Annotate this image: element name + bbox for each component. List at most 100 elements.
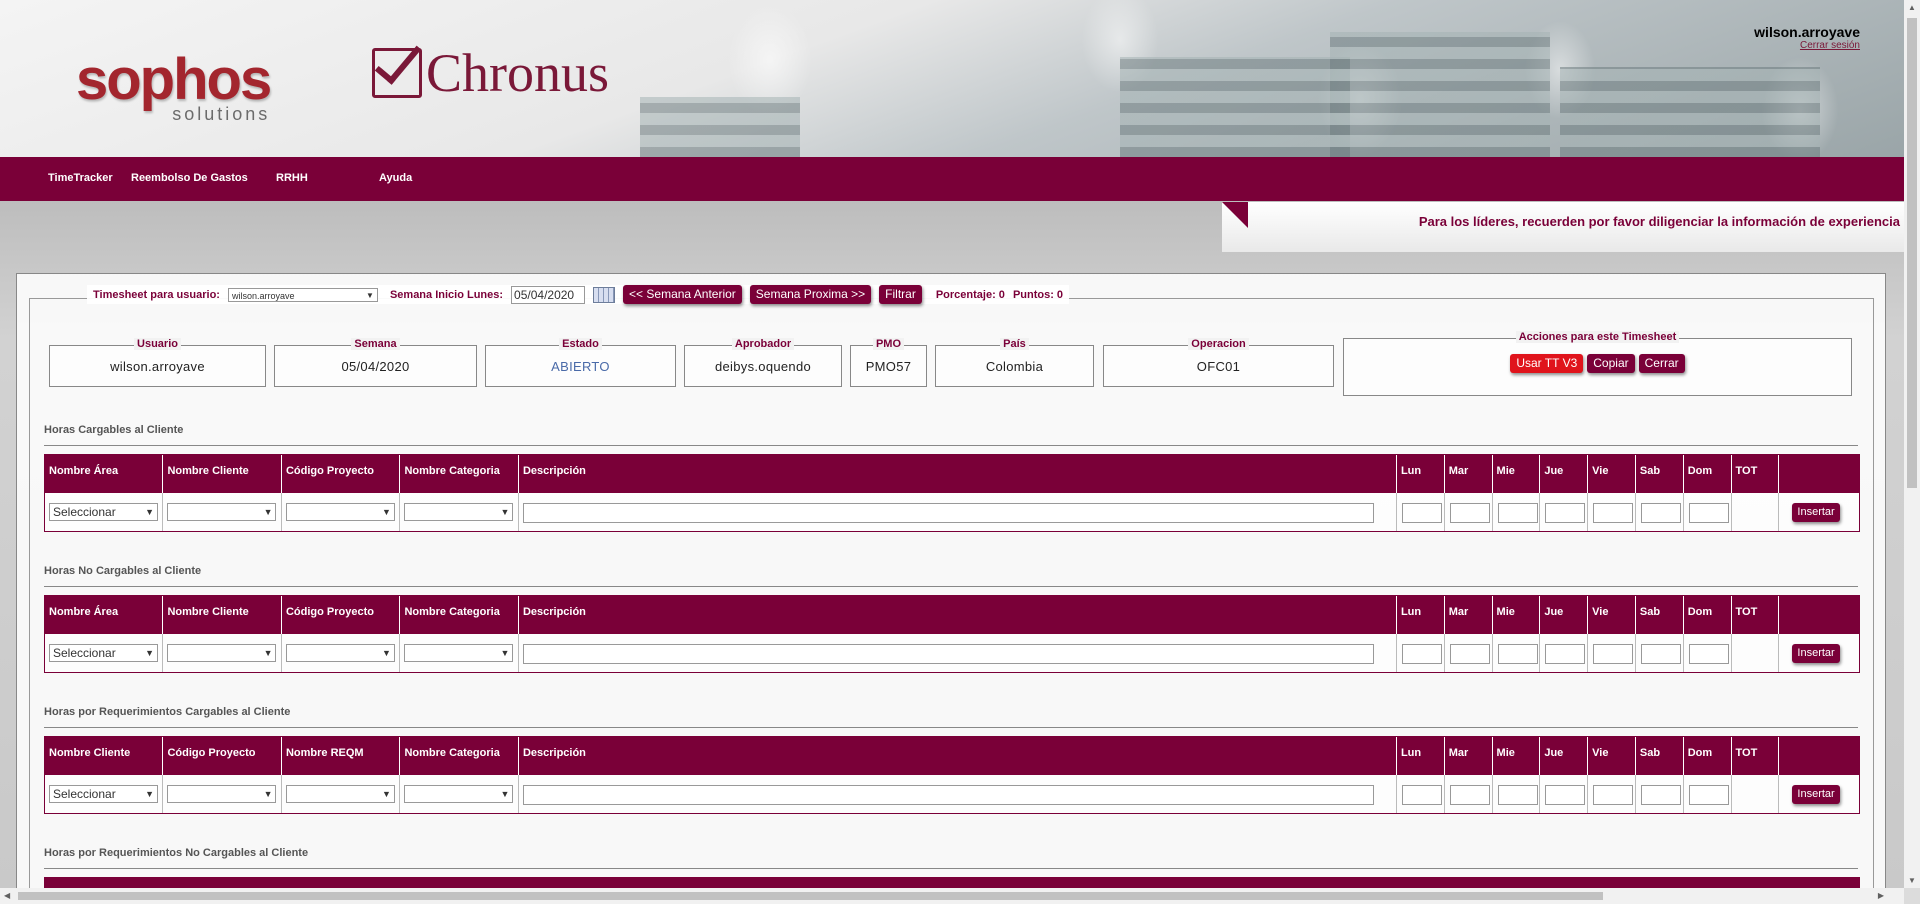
copiar-button[interactable]: Copiar (1587, 354, 1635, 373)
user-select[interactable]: wilson.arroyave (227, 287, 378, 303)
chronus-logo-text: Chronus (426, 43, 610, 103)
grid-input-row: Seleccionar Insertar (45, 775, 1859, 813)
column-header: Mie (1493, 455, 1541, 493)
mar-input[interactable] (1449, 503, 1490, 523)
logout-link[interactable]: Cerrar sesión (1754, 40, 1860, 51)
grid-header: Nombre Área Nombre Cliente Código Proyec… (45, 596, 1859, 634)
vie-input[interactable] (1593, 503, 1634, 523)
horizontal-scroll-thumb[interactable] (18, 892, 1603, 900)
user-name: wilson.arroyave (1754, 24, 1860, 40)
cliente-select[interactable] (167, 644, 277, 662)
week-date-input[interactable]: 05/04/2020 (511, 285, 586, 304)
background-building (1330, 32, 1550, 157)
aprobador-label: Aprobador (731, 338, 795, 350)
nav-rrhh[interactable]: RRHH (276, 172, 308, 184)
column-header: TOT (1732, 596, 1780, 634)
dom-input[interactable] (1688, 644, 1729, 664)
column-header: Descripción (519, 455, 1397, 493)
sab-input[interactable] (1641, 785, 1682, 805)
pmo-box: PMO PMO57 (850, 338, 927, 387)
jue-input[interactable] (1545, 644, 1586, 664)
sab-input[interactable] (1641, 644, 1682, 664)
total-cell (1732, 775, 1780, 813)
usuario-value: wilson.arroyave (110, 359, 205, 374)
section-title: Horas por Requerimientos No Cargables al… (44, 847, 309, 859)
calendar-icon[interactable] (593, 286, 616, 303)
scroll-right-icon[interactable]: ▶ (1878, 891, 1884, 900)
jue-input[interactable] (1545, 503, 1586, 523)
categoria-select[interactable] (404, 785, 514, 803)
semana-box: Semana 05/04/2020 (274, 338, 477, 387)
scroll-up-icon[interactable]: ▲ (1908, 3, 1916, 12)
nav-timetracker[interactable]: TimeTracker (48, 172, 113, 184)
previous-week-button[interactable]: << Semana Anterior (623, 285, 742, 304)
sab-input[interactable] (1641, 503, 1682, 523)
dom-input[interactable] (1688, 503, 1729, 523)
vie-input[interactable] (1593, 785, 1634, 805)
nav-ayuda[interactable]: Ayuda (379, 172, 412, 184)
user-select-label: Timesheet para usuario: (93, 288, 220, 301)
vertical-scrollbar[interactable]: ▲ ▼ (1904, 0, 1920, 888)
usar-tt-v3-button[interactable]: Usar TT V3 (1510, 354, 1584, 373)
estado-value: ABIERTO (551, 359, 610, 374)
column-header: Nombre Categoria (400, 737, 519, 775)
mie-input[interactable] (1497, 644, 1538, 664)
chronus-logo: Chronus (372, 42, 609, 104)
column-header-empty (1779, 455, 1859, 493)
scroll-down-icon[interactable]: ▼ (1908, 876, 1916, 885)
timesheet-panel: Timesheet para usuario: wilson.arroyave … (16, 273, 1886, 890)
column-header: Lun (1397, 596, 1445, 634)
lun-input[interactable] (1402, 785, 1443, 805)
area-select[interactable]: Seleccionar (49, 644, 158, 662)
vie-input[interactable] (1593, 644, 1634, 664)
cargables-grid: Nombre Área Nombre Cliente Código Proyec… (44, 454, 1860, 532)
vertical-scroll-thumb[interactable] (1907, 18, 1917, 488)
column-header: Nombre Área (45, 455, 164, 493)
proyecto-select[interactable] (285, 503, 395, 521)
proyecto-select[interactable] (167, 785, 277, 803)
insertar-button[interactable]: Insertar (1792, 503, 1840, 522)
cliente-select[interactable]: Seleccionar (49, 785, 158, 803)
section-divider (44, 727, 1858, 728)
column-header: TOT (1732, 737, 1780, 775)
categoria-select[interactable] (404, 503, 514, 521)
column-header: Mar (1445, 737, 1493, 775)
main-nav: TimeTracker Reembolso De Gastos RRHH Ayu… (0, 157, 1904, 201)
column-header: Código Proyecto (282, 455, 401, 493)
total-cell (1732, 634, 1780, 672)
mie-input[interactable] (1497, 785, 1538, 805)
categoria-select[interactable] (404, 644, 514, 662)
nav-reembolso-gastos[interactable]: Reembolso De Gastos (131, 172, 248, 184)
insertar-button[interactable]: Insertar (1792, 785, 1840, 804)
horizontal-scrollbar[interactable]: ◀ ▶ (0, 888, 1904, 904)
descripcion-input[interactable] (522, 644, 1374, 664)
operacion-label: Operacion (1188, 338, 1249, 350)
insertar-button[interactable]: Insertar (1792, 644, 1840, 663)
lun-input[interactable] (1402, 644, 1443, 664)
proyecto-select[interactable] (285, 644, 395, 662)
filter-button[interactable]: Filtrar (879, 285, 922, 304)
descripcion-input[interactable] (522, 785, 1374, 805)
no-cargables-grid: Nombre Área Nombre Cliente Código Proyec… (44, 595, 1860, 673)
section-divider (44, 868, 1858, 869)
area-select[interactable]: Seleccionar (49, 503, 158, 521)
reqm-select[interactable] (285, 785, 395, 803)
column-header: Jue (1540, 737, 1589, 775)
usuario-label: Usuario (134, 338, 181, 350)
mie-input[interactable] (1497, 503, 1538, 523)
pais-value: Colombia (985, 359, 1044, 374)
scrollbar-corner (1904, 888, 1920, 904)
dom-input[interactable] (1688, 785, 1729, 805)
lun-input[interactable] (1402, 503, 1443, 523)
cliente-select[interactable] (167, 503, 277, 521)
mar-input[interactable] (1449, 785, 1490, 805)
next-week-button[interactable]: Semana Proxima >> (749, 285, 872, 304)
operacion-value: OFC01 (1196, 359, 1241, 374)
jue-input[interactable] (1545, 785, 1586, 805)
background-building (1560, 67, 1820, 157)
descripcion-input[interactable] (522, 503, 1374, 523)
cerrar-button[interactable]: Cerrar (1638, 354, 1685, 373)
column-header: Mie (1493, 737, 1541, 775)
mar-input[interactable] (1449, 644, 1490, 664)
scroll-left-icon[interactable]: ◀ (4, 891, 10, 900)
